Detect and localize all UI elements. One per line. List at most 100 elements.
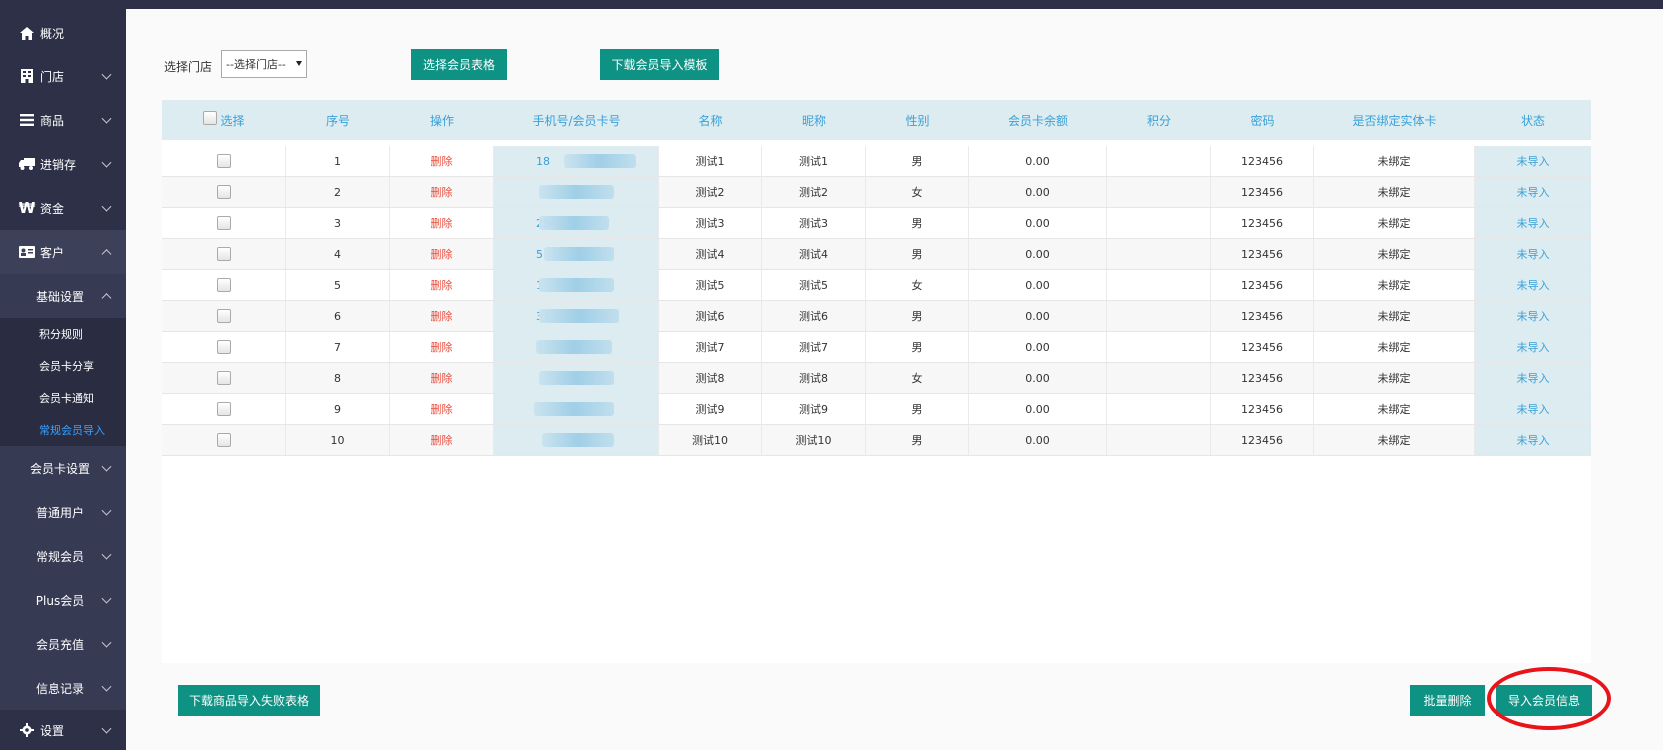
select-all-checkbox[interactable]	[203, 111, 218, 125]
cell-sex: 男	[866, 239, 969, 269]
delete-link[interactable]: 删除	[390, 394, 494, 424]
header-no: 序号	[325, 113, 350, 128]
cell-balance: 0.00	[969, 270, 1107, 300]
sidebar-item-goods[interactable]: 商品	[0, 98, 126, 142]
delete-link[interactable]: 删除	[390, 239, 494, 269]
import-status-link[interactable]: 未导入	[1475, 208, 1591, 238]
delete-link[interactable]: 删除	[390, 301, 494, 331]
import-status-link[interactable]: 未导入	[1475, 363, 1591, 393]
cell-sex: 女	[866, 270, 969, 300]
redacted-phone-mask	[539, 309, 619, 323]
sidebar-item-overview[interactable]: 概况	[0, 11, 126, 55]
import-status-link[interactable]: 未导入	[1475, 146, 1591, 176]
table-row: 8 删除 测试8 测试8 女 0.00 123456 未绑定 未导入	[162, 363, 1591, 394]
delete-link[interactable]: 删除	[390, 177, 494, 207]
redacted-phone-mask	[542, 433, 614, 447]
cell-no: 4	[286, 239, 390, 269]
header-sex: 性别	[905, 113, 930, 128]
redacted-phone-mask	[539, 185, 614, 199]
cell-nick: 测试7	[762, 332, 866, 362]
delete-link[interactable]: 删除	[390, 332, 494, 362]
row-checkbox[interactable]	[216, 402, 231, 416]
sidebar-sub-normal-user[interactable]: 普通用户	[0, 490, 126, 534]
sidebar-item-store[interactable]: 门店	[0, 54, 126, 98]
cell-name: 测试1	[659, 146, 762, 176]
sidebar-sub-basic-settings[interactable]: 基础设置	[0, 274, 126, 318]
choose-member-table-button[interactable]: 选择会员表格	[411, 49, 507, 80]
import-status-link[interactable]: 未导入	[1475, 394, 1591, 424]
store-select[interactable]: --选择门店--	[221, 50, 307, 78]
row-checkbox[interactable]	[216, 309, 231, 323]
cell-bind: 未绑定	[1314, 146, 1475, 176]
currency-icon: ₩	[18, 199, 36, 217]
sidebar-sub-label: 会员充值	[35, 637, 84, 652]
delete-link[interactable]: 删除	[390, 208, 494, 238]
download-fail-table-button[interactable]: 下载商品导入失败表格	[178, 685, 320, 716]
row-checkbox[interactable]	[216, 185, 231, 199]
redacted-phone-mask	[564, 154, 636, 168]
sidebar-sub-regular-member[interactable]: 常规会员	[0, 534, 126, 578]
cell-no: 9	[286, 394, 390, 424]
sidebar-leaf-card-notice[interactable]: 会员卡通知	[0, 382, 126, 414]
cell-bind: 未绑定	[1314, 425, 1475, 455]
cell-points	[1107, 394, 1211, 424]
cell-points	[1107, 208, 1211, 238]
row-checkbox[interactable]	[216, 433, 231, 447]
sidebar-item-customer[interactable]: 客户	[0, 230, 126, 274]
chevron-down-icon	[101, 593, 112, 604]
member-import-table: 选择 序号 操作 手机号/会员卡号 名称 昵称 性别 会员卡余额 积分 密码 是…	[162, 100, 1591, 663]
cell-name: 测试9	[659, 394, 762, 424]
cell-sex: 男	[866, 394, 969, 424]
cell-pwd: 123456	[1211, 332, 1314, 362]
delete-link[interactable]: 删除	[390, 363, 494, 393]
sidebar-leaf-member-import[interactable]: 常规会员导入	[0, 414, 126, 446]
batch-delete-button[interactable]: 批量删除	[1410, 685, 1485, 716]
sidebar-sub-plus-member[interactable]: Plus会员	[0, 578, 126, 622]
redacted-phone-mask	[539, 278, 614, 292]
cell-bind: 未绑定	[1314, 301, 1475, 331]
sidebar-item-settings[interactable]: 设置	[0, 710, 126, 750]
row-checkbox[interactable]	[216, 340, 231, 354]
sidebar-item-inventory[interactable]: 进销存	[0, 142, 126, 186]
delete-link[interactable]: 删除	[390, 270, 494, 300]
sidebar-sub-recharge[interactable]: 会员充值	[0, 622, 126, 666]
sidebar-leaf-card-share[interactable]: 会员卡分享	[0, 350, 126, 382]
select-cell	[162, 301, 286, 331]
cell-balance: 0.00	[969, 301, 1107, 331]
sidebar-leaf-points-rule[interactable]: 积分规则	[0, 318, 126, 350]
sidebar-sub-label: Plus会员	[35, 593, 85, 608]
sidebar-item-label: 资金	[40, 201, 65, 216]
sidebar-sub-card-settings[interactable]: 会员卡设置	[0, 446, 126, 490]
sidebar-sub-info-log[interactable]: 信息记录	[0, 666, 126, 710]
table-row: 4 删除 5 测试4 测试4 男 0.00 123456 未绑定 未导入	[162, 239, 1591, 270]
import-status-link[interactable]: 未导入	[1475, 270, 1591, 300]
cell-pwd: 123456	[1211, 177, 1314, 207]
delete-link[interactable]: 删除	[390, 425, 494, 455]
row-checkbox[interactable]	[216, 247, 231, 261]
sidebar-item-label: 客户	[40, 245, 65, 260]
header-password: 密码	[1250, 113, 1275, 128]
cell-name: 测试7	[659, 332, 762, 362]
import-status-link[interactable]: 未导入	[1475, 425, 1591, 455]
import-status-link[interactable]: 未导入	[1475, 177, 1591, 207]
row-checkbox[interactable]	[216, 216, 231, 230]
row-checkbox[interactable]	[216, 154, 231, 168]
delete-link[interactable]: 删除	[390, 146, 494, 176]
cell-pwd: 123456	[1211, 270, 1314, 300]
redacted-phone-mask	[536, 340, 612, 354]
row-checkbox[interactable]	[216, 371, 231, 385]
cell-bind: 未绑定	[1314, 394, 1475, 424]
cell-nick: 测试5	[762, 270, 866, 300]
import-member-info-button[interactable]: 导入会员信息	[1496, 685, 1592, 716]
import-status-link[interactable]: 未导入	[1475, 239, 1591, 269]
sidebar-item-funds[interactable]: ₩ 资金	[0, 186, 126, 230]
sidebar: 概况 门店 商品 进销存 ₩ 资金 客户 基础设置 积分规则 会员卡分享 会员卡…	[0, 0, 126, 750]
sidebar-item-label: 商品	[40, 113, 65, 128]
table-row: 6删除37测试6测试6男0.00123456未绑定未导入	[162, 301, 1591, 332]
download-template-button[interactable]: 下载会员导入模板	[600, 49, 719, 80]
row-checkbox[interactable]	[216, 278, 231, 292]
cell-balance: 0.00	[969, 363, 1107, 393]
import-status-link[interactable]: 未导入	[1475, 301, 1591, 331]
cell-points	[1107, 270, 1211, 300]
import-status-link[interactable]: 未导入	[1475, 332, 1591, 362]
